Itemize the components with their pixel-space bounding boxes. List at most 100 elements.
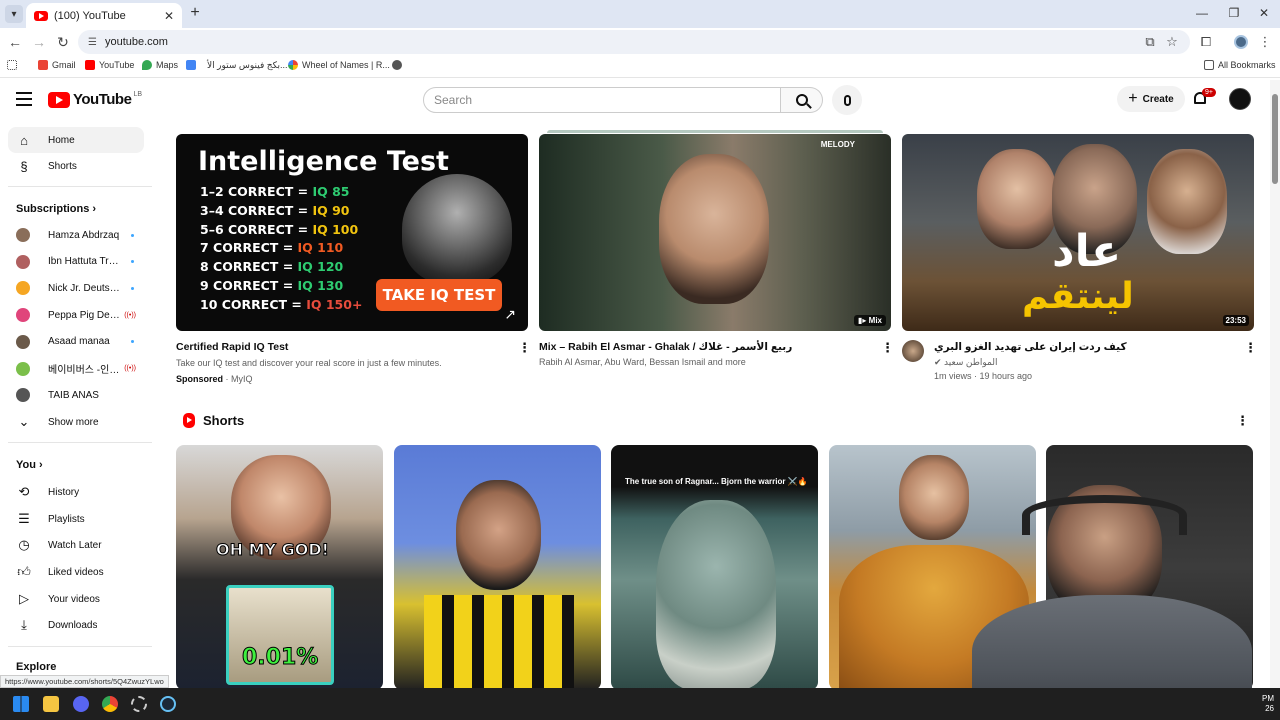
search-input[interactable]: Search <box>423 87 781 113</box>
bookmark-wheel-of-names[interactable]: Wheel of Names | R... <box>288 60 390 70</box>
forward-button[interactable]: → <box>31 34 47 50</box>
windows-start-icon[interactable] <box>13 696 29 712</box>
iq-score-row: 8 CORRECT = IQ 120 <box>200 259 344 275</box>
thumb-headline: Intelligence Test <box>198 146 449 177</box>
short-card[interactable]: The true son of Ragnar... Bjorn the warr… <box>611 445 818 690</box>
mix-stack-edge <box>547 130 883 133</box>
bookmark-maps[interactable]: Maps <box>142 60 178 70</box>
back-button[interactable]: ← <box>7 34 23 50</box>
sidebar-item-history[interactable]: ⟲ History <box>8 479 144 505</box>
chevron-down-icon: ⌄ <box>18 414 30 429</box>
site-info-icon[interactable]: ☰ <box>88 37 97 48</box>
profile-avatar[interactable] <box>1234 35 1248 49</box>
explore-heading: Explore <box>16 661 57 673</box>
reload-button[interactable]: ↻ <box>55 34 71 50</box>
video-title[interactable]: Certified Rapid IQ Test <box>176 341 288 353</box>
install-app-icon[interactable]: ⧉ <box>1142 34 1158 50</box>
short-card[interactable]: OH MY GOD! 0.01% <box>176 445 383 690</box>
video-thumbnail-iq-test[interactable]: Intelligence Test TAKE IQ TEST ↗ 1–2 COR… <box>176 134 528 331</box>
bookmark-globe[interactable] <box>392 60 406 70</box>
more-actions-icon[interactable]: ⋮ <box>1244 341 1257 354</box>
file-explorer-icon[interactable] <box>43 696 59 712</box>
browser-menu-icon[interactable]: ⋮ <box>1257 34 1273 50</box>
subscription-name: TAIB ANAS <box>48 389 99 401</box>
bookmark-venus-store[interactable]: بكج فينوس ستور الأ... <box>207 60 288 71</box>
subscription-name: Asaad manaa <box>48 336 110 348</box>
tab-search-button[interactable]: ▾ <box>5 5 23 23</box>
guide-menu-icon[interactable] <box>16 92 32 106</box>
iq-score-row: 9 CORRECT = IQ 130 <box>200 278 344 293</box>
iq-score-row: 7 CORRECT = IQ 110 <box>200 240 344 256</box>
show-more-button[interactable]: ⌄ Show more <box>8 409 144 435</box>
youtube-logo[interactable]: YouTube LB <box>48 91 142 108</box>
short-card[interactable] <box>394 445 601 690</box>
sidebar-item-your-videos[interactable]: ▷ Your videos <box>8 586 144 612</box>
video-title[interactable]: كيف ردت إيران على تهديد الغزو البري <box>934 341 1127 353</box>
shorts-more-icon[interactable]: ⋮ <box>1236 414 1249 427</box>
sidebar-subscription[interactable]: Asaad manaa <box>8 329 144 355</box>
bookmark-gmail[interactable]: Gmail <box>38 60 76 70</box>
guide-sidebar: ⌂ Home § Shorts Subscriptions › ⌄ Show m… <box>0 124 160 688</box>
bookmark-star-icon[interactable]: ☆ <box>1164 34 1180 50</box>
sidebar-subscription[interactable]: Nick Jr. Deutschl... <box>8 275 144 301</box>
channel-avatar <box>16 254 30 269</box>
sidebar-subscription[interactable]: Peppa Pig Deuts... ((•)) <box>8 302 144 328</box>
search-button[interactable] <box>781 87 823 113</box>
sidebar-item-shorts[interactable]: § Shorts <box>8 153 144 179</box>
close-window-button[interactable]: ✕ <box>1254 6 1274 20</box>
more-actions-icon[interactable]: ⋮ <box>881 341 894 354</box>
webcam-overlay <box>952 475 1262 720</box>
subscription-name: Peppa Pig Deuts... <box>48 309 124 321</box>
minimize-window-button[interactable]: — <box>1192 6 1212 20</box>
sidebar-subscription[interactable]: Hamza Abdrzaq <box>8 222 144 248</box>
more-actions-icon[interactable]: ⋮ <box>518 341 531 354</box>
create-button[interactable]: + Create <box>1117 86 1185 112</box>
video-thumbnail-news[interactable]: عاد لينتقم 23:53 <box>902 134 1254 331</box>
video-stats: 1m views · 19 hours ago <box>934 371 1033 381</box>
sidebar-item-liked-videos[interactable]: 👍︎ Liked videos <box>8 559 144 585</box>
extensions-icon[interactable]: ⧠ <box>1198 34 1214 50</box>
browser-tab-youtube[interactable]: (100) YouTube ✕ <box>26 3 182 28</box>
voice-search-button[interactable] <box>832 85 862 115</box>
jersey-image <box>424 595 574 690</box>
thumb-arabic-text: لينتقم <box>1022 276 1134 317</box>
subscriptions-heading[interactable]: Subscriptions › <box>16 203 96 215</box>
live-icon: ((•)) <box>124 311 136 319</box>
bookmark-youtube[interactable]: YouTube <box>85 60 134 70</box>
thumbs-up-icon: 👍︎ <box>17 564 31 579</box>
you-heading[interactable]: You › <box>16 459 43 471</box>
sidebar-item-home[interactable]: ⌂ Home <box>8 127 144 153</box>
restore-window-button[interactable]: ❐ <box>1224 6 1244 20</box>
account-avatar[interactable] <box>1229 88 1251 110</box>
address-bar[interactable]: ☰ youtube.com <box>78 30 1190 54</box>
sidebar-subscription[interactable]: TAIB ANAS <box>8 382 144 408</box>
sidebar-item-playlists[interactable]: ☰ Playlists <box>8 506 144 532</box>
all-bookmarks[interactable]: All Bookmarks <box>1204 60 1276 70</box>
einstein-portrait <box>402 174 512 284</box>
new-tab-button[interactable]: + <box>187 5 203 21</box>
taskbar-clock[interactable]: PM 26 <box>1262 694 1274 714</box>
bookmark-docs[interactable] <box>186 60 200 70</box>
video-title[interactable]: Mix – Rabih El Asmar - Ghalak / ربيع الأ… <box>539 341 792 353</box>
channel-name-line[interactable]: ✔︎ المواطن سعيد <box>934 357 997 368</box>
sidebar-item-downloads[interactable]: ⤓ Downloads <box>8 612 144 638</box>
sidebar-item-watch-later[interactable]: ◷ Watch Later <box>8 532 144 558</box>
page-scrollbar[interactable] <box>1270 80 1280 688</box>
loading-app-icon[interactable] <box>131 696 147 712</box>
discord-icon[interactable] <box>73 696 89 712</box>
steam-icon[interactable] <box>160 696 176 712</box>
wheel-icon <box>288 60 298 70</box>
video-thumbnail-mix[interactable]: MELODY ▮▸ Mix <box>539 134 891 331</box>
new-content-dot <box>131 286 134 290</box>
creator-face <box>456 480 541 590</box>
logo-text: YouTube <box>73 91 132 108</box>
apps-grid-icon[interactable] <box>7 60 21 70</box>
channel-avatar[interactable] <box>902 340 924 362</box>
sidebar-subscription[interactable]: 베이비버스 -인기... ((•)) <box>8 356 144 382</box>
chrome-icon[interactable] <box>102 696 118 712</box>
maps-pin-icon <box>142 60 152 70</box>
sidebar-subscription[interactable]: Ibn Hattuta Trav... <box>8 249 144 275</box>
close-tab-icon[interactable]: ✕ <box>164 9 174 23</box>
scrollbar-thumb[interactable] <box>1272 94 1278 184</box>
notifications-button[interactable]: 9+ <box>1192 88 1216 108</box>
